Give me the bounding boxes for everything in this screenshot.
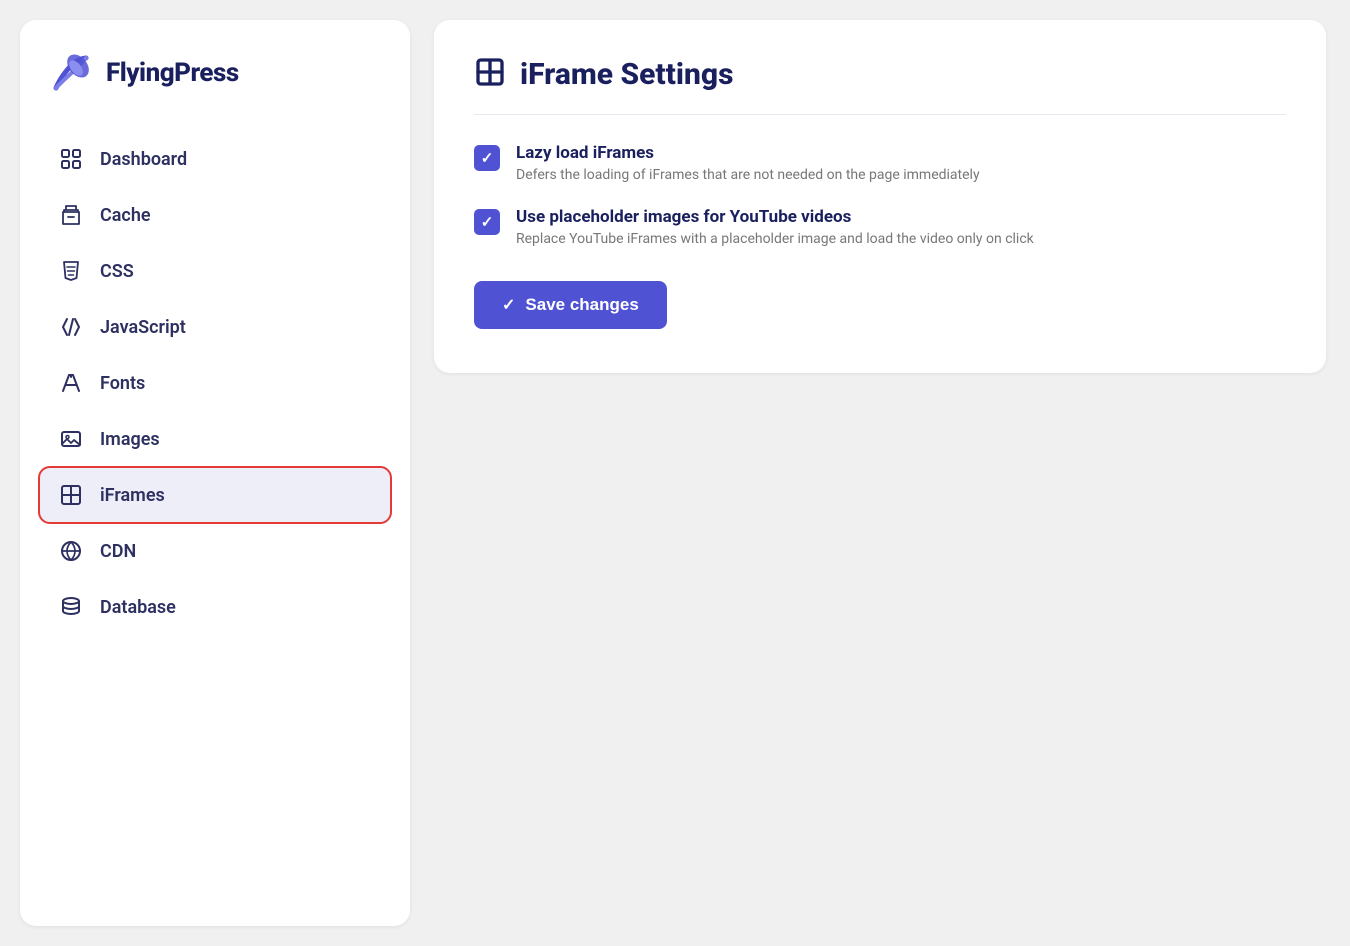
placeholder-label: Use placeholder images for YouTube video… <box>516 207 1034 227</box>
save-check-icon: ✓ <box>502 295 515 315</box>
sidebar-item-label: Images <box>100 429 160 450</box>
flyingpress-logo-icon <box>48 50 94 96</box>
settings-section: ✓ Lazy load iFrames Defers the loading o… <box>474 143 1286 329</box>
checkmark-icon: ✓ <box>481 149 494 167</box>
sidebar-item-label: JavaScript <box>100 317 186 338</box>
lazy-load-description: Defers the loading of iFrames that are n… <box>516 167 980 183</box>
save-button-wrapper: ✓ Save changes <box>474 271 1286 329</box>
javascript-icon <box>58 314 84 340</box>
sidebar: FlyingPress Dashboard Cache <box>20 20 410 926</box>
checkmark-icon: ✓ <box>481 213 494 231</box>
iframes-icon <box>58 482 84 508</box>
placeholder-description: Replace YouTube iFrames with a placehold… <box>516 231 1034 247</box>
save-button[interactable]: ✓ Save changes <box>474 281 667 329</box>
sidebar-item-cache[interactable]: Cache <box>40 188 390 242</box>
placeholder-checkbox[interactable]: ✓ <box>474 209 500 235</box>
lazy-load-text: Lazy load iFrames Defers the loading of … <box>516 143 980 183</box>
lazy-load-label: Lazy load iFrames <box>516 143 980 163</box>
sidebar-item-dashboard[interactable]: Dashboard <box>40 132 390 186</box>
cdn-icon <box>58 538 84 564</box>
setting-row-placeholder: ✓ Use placeholder images for YouTube vid… <box>474 207 1286 247</box>
placeholder-text: Use placeholder images for YouTube video… <box>516 207 1034 247</box>
setting-row-lazy-load: ✓ Lazy load iFrames Defers the loading o… <box>474 143 1286 183</box>
lazy-load-checkbox[interactable]: ✓ <box>474 145 500 171</box>
images-icon <box>58 426 84 452</box>
content-card: iFrame Settings ✓ Lazy load iFrames Defe… <box>434 20 1326 373</box>
css-icon <box>58 258 84 284</box>
page-title: iFrame Settings <box>520 57 733 92</box>
sidebar-item-fonts[interactable]: Fonts <box>40 356 390 410</box>
sidebar-item-label: CDN <box>100 541 136 562</box>
sidebar-item-label: Cache <box>100 205 151 226</box>
sidebar-item-cdn[interactable]: CDN <box>40 524 390 578</box>
page-title-row: iFrame Settings <box>474 56 1286 115</box>
sidebar-item-javascript[interactable]: JavaScript <box>40 300 390 354</box>
fonts-icon <box>58 370 84 396</box>
database-icon <box>58 594 84 620</box>
sidebar-item-iframes[interactable]: iFrames <box>40 468 390 522</box>
sidebar-item-label: CSS <box>100 261 134 282</box>
cache-icon <box>58 202 84 228</box>
sidebar-item-images[interactable]: Images <box>40 412 390 466</box>
page-title-icon <box>474 56 506 92</box>
sidebar-item-label: Fonts <box>100 373 145 394</box>
main-content: iFrame Settings ✓ Lazy load iFrames Defe… <box>410 0 1350 946</box>
sidebar-item-label: Dashboard <box>100 149 187 170</box>
dashboard-icon <box>58 146 84 172</box>
logo-text: FlyingPress <box>106 58 239 88</box>
save-button-label: Save changes <box>525 295 638 315</box>
sidebar-item-label: Database <box>100 597 176 618</box>
sidebar-item-database[interactable]: Database <box>40 580 390 634</box>
sidebar-item-css[interactable]: CSS <box>40 244 390 298</box>
sidebar-item-label: iFrames <box>100 485 165 506</box>
logo-area: FlyingPress <box>40 50 390 96</box>
